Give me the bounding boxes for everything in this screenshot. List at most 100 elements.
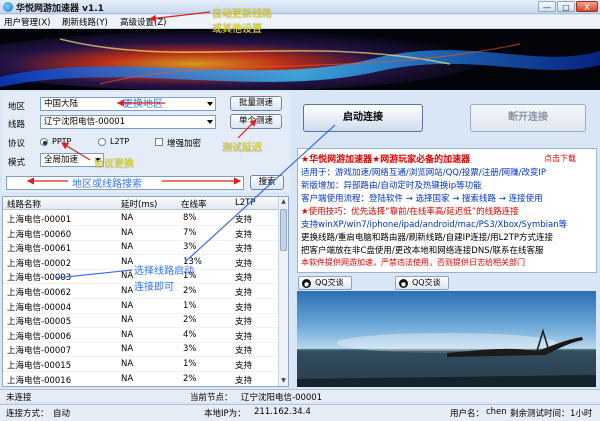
- encrypt-checkbox[interactable]: [155, 138, 163, 146]
- table-row[interactable]: 上海电信-00060 NA 7% 支持: [3, 226, 279, 241]
- disconnect-button[interactable]: 断开连接: [470, 104, 586, 132]
- online-rate-cell: 8%: [183, 213, 197, 223]
- start-connect-button[interactable]: 启动连接: [303, 104, 423, 132]
- protocol-label: 协议: [8, 139, 26, 149]
- current-node-label: 当前节点：: [190, 393, 233, 403]
- menu-user-management[interactable]: 用户管理(X): [4, 16, 50, 28]
- l2tp-cell: 支持: [235, 302, 253, 313]
- notice-line-3: 新版增加：异部路由/自动定时及热键换ip等功能: [301, 181, 482, 191]
- annotation-connect-now: 连接即可: [134, 282, 174, 293]
- l2tp-cell: 支持: [235, 258, 253, 269]
- online-rate-cell: 2%: [183, 373, 197, 384]
- col-latency[interactable]: 延时(ms): [121, 198, 157, 210]
- online-rate-cell: 1%: [183, 300, 197, 311]
- latency-cell: NA: [121, 286, 134, 296]
- l2tp-cell: 支持: [235, 244, 253, 255]
- mode-label: 模式: [8, 158, 26, 168]
- online-rate-cell: 4%: [183, 329, 197, 340]
- notice-panel: ★华悦网游加速器★网游玩家必备的加速器 点击下载 适用于：游戏加速/网络互通/浏…: [297, 148, 597, 273]
- l2tp-cell: 支持: [235, 331, 253, 342]
- qq-penguin-icon: [302, 279, 311, 288]
- pptp-radio[interactable]: [40, 138, 48, 146]
- qq-chat-button-1[interactable]: QQ交谈: [298, 276, 352, 290]
- connection-state: 未连接: [6, 393, 32, 403]
- notice-line-4: 客户端使用流程：登陆软件 → 选择国家 → 搜索线路 → 连接使用: [301, 194, 543, 204]
- chevron-down-icon: [207, 102, 213, 106]
- l2tp-cell: 支持: [235, 375, 253, 386]
- title-bar: 华悦网游加速器 v1.1 — □ X: [0, 0, 600, 14]
- mode-value: 全局加速: [44, 155, 79, 165]
- line-name-cell: 上海电信-00061: [7, 244, 72, 255]
- maximize-button[interactable]: □: [557, 1, 575, 12]
- col-l2tp[interactable]: L2TP: [235, 198, 255, 208]
- annotation-test-latency: 测试延迟: [222, 143, 262, 154]
- line-name-cell: 上海电信-00015: [7, 361, 72, 371]
- scroll-thumb[interactable]: [280, 209, 287, 251]
- line-name-cell: 上海电信-00004: [7, 302, 72, 313]
- col-line-name[interactable]: 线路名称: [7, 198, 41, 210]
- table-scrollbar[interactable]: ▲ ▼: [278, 197, 288, 386]
- table-header: 线路名称 延时(ms) 在线率 L2TP: [3, 197, 279, 210]
- line-label: 线路: [8, 120, 26, 130]
- table-row[interactable]: 上海电信-00007 NA 3% 支持: [3, 342, 279, 358]
- l2tp-cell: 支持: [235, 288, 253, 298]
- scroll-up-icon[interactable]: ▲: [279, 197, 288, 207]
- line-name-cell: 上海电信-00062: [7, 288, 72, 298]
- table-row[interactable]: 上海电信-00001 NA 8% 支持: [3, 211, 279, 226]
- search-button[interactable]: 搜索: [250, 175, 284, 190]
- latency-cell: NA: [121, 359, 134, 369]
- pptp-label: PPTP: [52, 137, 72, 146]
- local-ip-label: 本地IP为：: [204, 409, 246, 419]
- batch-test-button[interactable]: 批量测速: [230, 96, 282, 111]
- qq-penguin-icon: [399, 279, 408, 288]
- single-test-button[interactable]: 单个测速: [230, 114, 282, 129]
- landscape-image: [297, 291, 596, 387]
- table-row[interactable]: 上海电信-00061 NA 3% 支持: [3, 240, 279, 256]
- table-row[interactable]: 上海电信-00005 NA 2% 支持: [3, 313, 279, 329]
- table-row[interactable]: 上海电信-00004 NA 1% 支持: [3, 299, 279, 314]
- qq-chat-label: QQ交谈: [315, 278, 344, 287]
- online-rate-cell: 3%: [183, 242, 197, 253]
- line-select[interactable]: 辽宁沈阳电信-00001: [40, 115, 216, 129]
- notice-line-1: ★华悦网游加速器★网游玩家必备的加速器: [301, 155, 471, 165]
- line-name-cell: 上海电信-00001: [7, 215, 72, 225]
- download-link[interactable]: 点击下载: [544, 153, 576, 164]
- username-value: chen: [486, 407, 507, 417]
- annotation-other-settings: 或其他设置: [212, 24, 262, 35]
- line-name-cell: 上海电信-00005: [7, 317, 72, 328]
- latency-cell: NA: [121, 256, 134, 267]
- scroll-down-icon[interactable]: ▼: [279, 376, 288, 386]
- latency-cell: NA: [121, 373, 134, 384]
- l2tp-cell: 支持: [235, 273, 253, 284]
- landscape-graphic: [297, 328, 596, 387]
- banner-image: [0, 29, 600, 90]
- latency-cell: NA: [121, 271, 134, 282]
- remaining-time-label: 剩余测试时间：: [510, 409, 570, 419]
- table-row[interactable]: 上海电信-00016 NA 2% 支持: [3, 372, 279, 386]
- latency-cell: NA: [121, 300, 134, 311]
- notice-line-6: 支持winXP/win7/iphone/ipad/android/mac/PS3…: [301, 220, 568, 230]
- minimize-button[interactable]: —: [538, 1, 556, 12]
- online-rate-cell: 1%: [183, 359, 197, 369]
- l2tp-label: L2TP: [110, 137, 130, 146]
- table-row[interactable]: 上海电信-00006 NA 4% 支持: [3, 328, 279, 343]
- annotation-select-line: 选择线路启动: [134, 266, 194, 277]
- l2tp-radio[interactable]: [98, 138, 106, 146]
- online-rate-cell: 2%: [183, 286, 197, 296]
- menu-advanced-settings[interactable]: 高级设置(Z): [120, 16, 166, 28]
- notice-line-2: 适用于：游戏加速/网络互通/浏览网站/QQ/投票/注册/网赚/改变IP: [301, 168, 547, 178]
- col-online-rate[interactable]: 在线率: [181, 198, 207, 210]
- local-ip-value: 211.162.34.4: [254, 407, 311, 417]
- menu-refresh-lines[interactable]: 刷新线路(Y): [62, 16, 108, 28]
- l2tp-cell: 支持: [235, 361, 253, 371]
- annotation-auto-update: 自动更新线路: [212, 9, 272, 20]
- qq-chat-button-2[interactable]: QQ交谈: [395, 276, 449, 290]
- table-row[interactable]: 上海电信-00015 NA 1% 支持: [3, 357, 279, 372]
- remaining-time-value: 1小时: [570, 409, 593, 419]
- latency-cell: NA: [121, 329, 134, 340]
- online-rate-cell: 3%: [183, 344, 197, 355]
- l2tp-cell: 支持: [235, 346, 253, 357]
- close-button[interactable]: X: [576, 1, 598, 12]
- latency-cell: NA: [121, 213, 134, 223]
- status-bar-2: 连接方式： 自动 本地IP为： 211.162.34.4 用户名： chen 剩…: [0, 404, 600, 421]
